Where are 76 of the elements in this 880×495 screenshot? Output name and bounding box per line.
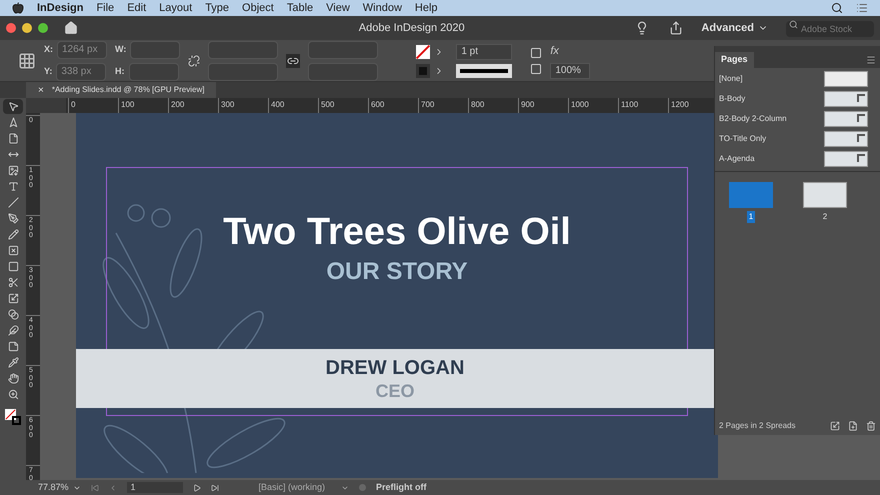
w-label: W: — [115, 42, 126, 56]
search-icon[interactable] — [831, 2, 843, 14]
shear-field[interactable] — [308, 62, 378, 80]
workspace-switcher[interactable]: Advanced — [701, 20, 768, 36]
fill-swatch-none-icon[interactable] — [416, 44, 430, 58]
master-thumbnail — [824, 131, 868, 147]
slide-subtitle: OUR STORY — [326, 257, 468, 287]
blank-master-thumbnail — [824, 71, 868, 87]
tab-close-icon[interactable]: × — [38, 82, 44, 98]
master-thumbnail — [824, 151, 868, 167]
menu-item[interactable]: View — [326, 0, 350, 16]
master-row[interactable]: B2-Body 2-Column — [719, 111, 868, 127]
menu-item[interactable]: Table — [286, 0, 314, 16]
menu-item[interactable]: Help — [414, 0, 438, 16]
menu-item[interactable]: Window — [362, 0, 402, 16]
effects-button[interactable]: fx — [550, 42, 590, 58]
home-icon[interactable] — [64, 21, 78, 35]
close-window-icon[interactable] — [6, 23, 16, 33]
page-number[interactable]: 1 — [746, 211, 756, 223]
unlinked-chain-icon[interactable] — [188, 54, 200, 66]
menu-item[interactable]: Type — [205, 0, 230, 16]
edit-page-size-icon[interactable] — [830, 421, 840, 431]
share-icon[interactable] — [669, 21, 684, 35]
opacity-icon[interactable] — [530, 62, 542, 74]
height-field[interactable] — [128, 62, 178, 80]
frame-icon[interactable] — [530, 46, 542, 58]
new-page-icon[interactable] — [848, 421, 858, 431]
delete-page-icon[interactable] — [866, 421, 876, 431]
search-icon — [789, 20, 798, 29]
y-label: Y: — [44, 64, 52, 78]
document-tab[interactable]: × *Adding Slides.indd @ 78% [GPU Preview] — [26, 82, 216, 98]
master-thumbnail — [824, 111, 868, 127]
next-page-icon[interactable] — [192, 484, 201, 492]
presenter-role: CEO — [375, 380, 414, 402]
window-title: Adobe InDesign 2020 — [358, 20, 465, 36]
page-thumbnail[interactable] — [729, 182, 773, 208]
width-field[interactable] — [130, 40, 180, 58]
preflight-menu[interactable]: Preflight off — [376, 480, 427, 494]
page-thumbnail[interactable] — [803, 182, 847, 208]
fill-stroke-icon[interactable] — [5, 409, 21, 425]
page-field[interactable]: 1 — [126, 482, 183, 493]
zoom-level[interactable]: 77.87% — [38, 480, 81, 494]
stroke-swatch-icon[interactable] — [416, 64, 430, 78]
zoom-window-icon[interactable] — [38, 23, 48, 33]
menu-item[interactable]: Object — [242, 0, 274, 16]
opacity-field[interactable]: 100% — [550, 62, 590, 78]
menu-item[interactable]: Layout — [159, 0, 192, 16]
pages-summary: 2 Pages in 2 Spreads — [719, 420, 796, 432]
panel-menu-icon[interactable] — [866, 55, 876, 65]
menu-item[interactable]: File — [96, 0, 114, 16]
h-label: H: — [115, 64, 124, 78]
menu-item[interactable]: Edit — [127, 0, 146, 16]
pages-panel-tab[interactable]: Pages — [715, 52, 754, 68]
master-row[interactable]: TO-Title Only — [719, 131, 868, 147]
style-menu[interactable]: [Basic] (working) — [258, 480, 350, 494]
page-number[interactable]: 2 — [820, 211, 830, 223]
last-page-icon[interactable] — [210, 484, 219, 492]
presenter-name: DREW LOGAN — [326, 356, 464, 380]
x-label: X: — [44, 42, 53, 56]
scale-x-field[interactable] — [208, 40, 278, 58]
master-row[interactable]: B-Body — [719, 91, 868, 107]
apple-logo-icon[interactable] — [12, 2, 24, 14]
stroke-style-field[interactable] — [456, 64, 512, 78]
minimize-window-icon[interactable] — [22, 23, 32, 33]
app-name[interactable]: InDesign — [37, 0, 84, 16]
master-thumbnail — [824, 91, 868, 107]
stroke-weight-field[interactable]: 1 pt — [456, 44, 512, 60]
master-row[interactable]: [None] — [719, 71, 868, 87]
master-row[interactable]: A-Agenda — [719, 151, 868, 167]
scale-y-field[interactable] — [208, 62, 278, 80]
slide-title: Two Trees Olive Oil — [223, 210, 571, 255]
rotate-field[interactable] — [308, 40, 378, 58]
chain-icon[interactable] — [286, 54, 300, 68]
reference-point-icon[interactable] — [18, 52, 36, 70]
pointer-icon[interactable] — [3, 99, 23, 114]
stock-search-field[interactable]: Adobe Stock — [786, 21, 874, 37]
